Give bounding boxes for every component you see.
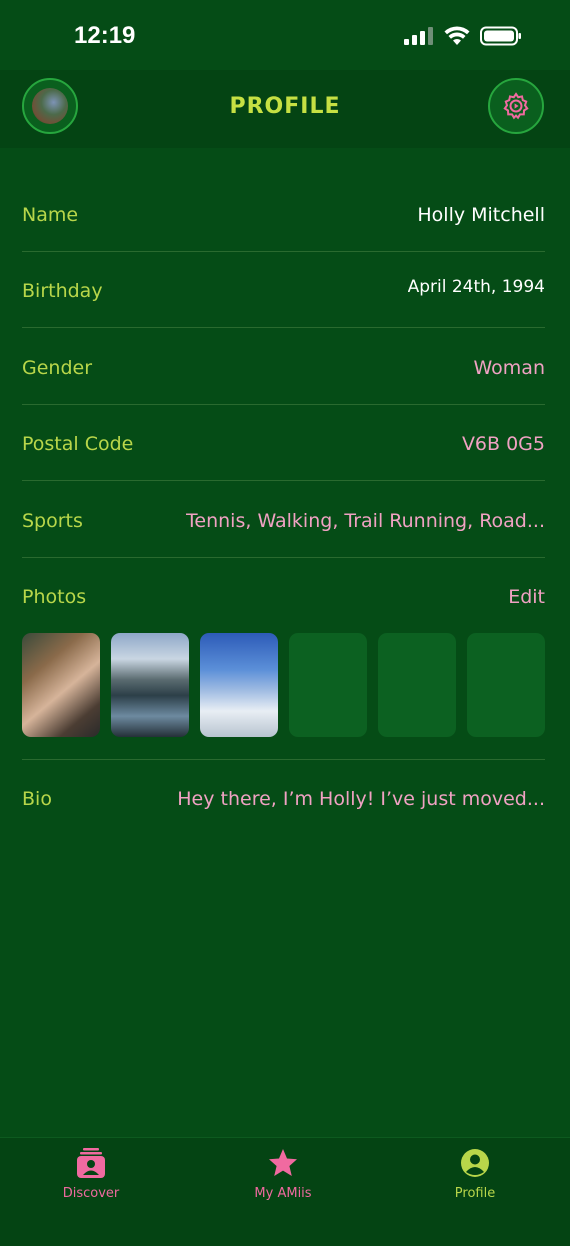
gender-value: Woman xyxy=(473,357,546,379)
bio-row[interactable]: Bio Hey there, I’m Holly! I’ve just move… xyxy=(22,760,545,836)
tab-profile-label: Profile xyxy=(454,1186,496,1201)
photo-slot-empty-4[interactable] xyxy=(289,633,367,737)
battery-icon xyxy=(480,26,521,46)
photo-slot-3[interactable] xyxy=(200,633,278,737)
tab-profile[interactable]: Profile xyxy=(415,1148,535,1201)
birthday-label: Birthday xyxy=(22,280,103,302)
photo-slot-empty-5[interactable] xyxy=(378,633,456,737)
birthday-value: April 24th, 1994 xyxy=(407,277,545,297)
star-icon xyxy=(269,1149,297,1176)
profile-screen: 12:19 PROFILE Name Holly Mitchell Birthd… xyxy=(0,0,570,1246)
sports-label: Sports xyxy=(22,510,83,532)
wifi-icon xyxy=(444,26,470,45)
header: PROFILE xyxy=(0,70,570,148)
photos-label: Photos xyxy=(22,586,87,608)
birthday-row[interactable]: Birthday April 24th, 1994 xyxy=(22,252,545,328)
postal-code-value: V6B 0G5 xyxy=(461,433,545,455)
status-time: 12:19 xyxy=(74,22,136,49)
person-card-icon xyxy=(77,1148,105,1178)
status-bar: 12:19 xyxy=(0,0,570,70)
gender-label: Gender xyxy=(22,357,93,379)
sports-value: Tennis, Walking, Trail Running, Road... xyxy=(186,510,545,532)
name-value: Holly Mitchell xyxy=(417,204,545,226)
page-title: PROFILE xyxy=(229,94,341,119)
bio-value: Hey there, I’m Holly! I’ve just moved... xyxy=(177,788,545,810)
gear-icon xyxy=(503,92,529,120)
profile-icon xyxy=(461,1149,489,1177)
settings-button[interactable] xyxy=(488,78,544,134)
gender-row[interactable]: Gender Woman xyxy=(22,329,545,405)
photos-edit-button[interactable]: Edit xyxy=(508,586,545,608)
name-label: Name xyxy=(22,204,79,226)
tab-discover[interactable]: Discover xyxy=(31,1148,151,1201)
photo-slot-1[interactable] xyxy=(22,633,100,737)
tab-my-amiis-label: My AMiis xyxy=(254,1186,312,1201)
photos-grid xyxy=(22,633,545,738)
tab-discover-label: Discover xyxy=(62,1186,120,1201)
signal-icon xyxy=(404,27,433,45)
photo-slot-empty-6[interactable] xyxy=(467,633,545,737)
sports-row[interactable]: Sports Tennis, Walking, Trail Running, R… xyxy=(22,482,545,558)
tab-bar: Discover My AMiis Profile xyxy=(0,1137,570,1246)
tab-my-amiis[interactable]: My AMiis xyxy=(223,1148,343,1201)
status-icons xyxy=(404,26,522,46)
postal-code-label: Postal Code xyxy=(22,433,134,455)
photo-slot-2[interactable] xyxy=(111,633,189,737)
bio-label: Bio xyxy=(22,788,52,810)
photos-header: Photos Edit xyxy=(22,558,545,628)
name-row[interactable]: Name Holly Mitchell xyxy=(22,176,545,252)
postal-code-row[interactable]: Postal Code V6B 0G5 xyxy=(22,405,545,481)
